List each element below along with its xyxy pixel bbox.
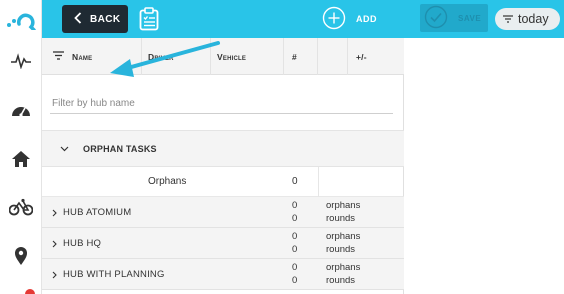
hub-name-label: HUB HQ: [63, 238, 102, 249]
add-button-label: ADD: [356, 14, 377, 24]
filter-icon: [503, 12, 513, 26]
bicycle-icon[interactable]: [9, 195, 33, 219]
chevron-left-icon: [74, 11, 82, 27]
group-label: ORPHAN TASKS: [83, 143, 157, 154]
hub-orphans-label: orphans: [326, 262, 361, 273]
activity-icon[interactable]: [9, 49, 33, 73]
orphans-label: Orphans: [148, 176, 187, 187]
column-divider: [318, 167, 319, 197]
plus-circle-icon: [322, 6, 346, 32]
chevron-down-icon: [60, 144, 69, 154]
hub-orphans-count: 0: [292, 262, 298, 273]
hub-rounds-label: rounds: [326, 213, 356, 224]
column-label: Name: [72, 51, 93, 62]
map-pin-icon[interactable]: [9, 244, 33, 268]
today-label: today: [518, 12, 549, 26]
hub-name: HUB HQ: [52, 228, 101, 259]
column-header-plus-minus[interactable]: +/-: [348, 38, 404, 75]
table-header: Name Driver Vehicle # +/-: [42, 38, 404, 75]
hub-filter-input[interactable]: [50, 94, 393, 114]
logo-icon[interactable]: [6, 8, 36, 32]
home-icon[interactable]: [9, 147, 33, 171]
column-header-count[interactable]: #: [284, 38, 318, 75]
hub-rounds-label: rounds: [326, 275, 356, 286]
hub-name: HUB ATOMIUM: [52, 197, 131, 228]
column-header-name[interactable]: Name: [42, 38, 142, 75]
orphan-tasks-group-header[interactable]: ORPHAN TASKS: [42, 130, 404, 167]
top-toolbar: BACK ADD SAVE today: [42, 0, 564, 38]
hub-list-panel: Name Driver Vehicle # +/- ORPHAN TASKS O…: [42, 38, 404, 294]
hub-row[interactable]: HUB HQ 0 0 orphans rounds: [42, 228, 404, 259]
hub-name: HUB WITH PLANNING: [52, 259, 165, 290]
orphans-count: 0: [292, 176, 298, 187]
save-button-label: SAVE: [458, 13, 482, 23]
speedometer-icon[interactable]: [9, 98, 33, 122]
hub-orphans-label: orphans: [326, 231, 361, 242]
save-button[interactable]: SAVE: [420, 4, 488, 32]
chevron-right-icon: [52, 271, 57, 278]
side-nav-rail: [0, 0, 42, 294]
check-circle-icon: [424, 5, 448, 31]
hub-orphans-count: 0: [292, 200, 298, 211]
hub-rounds-count: 0: [292, 244, 298, 255]
hub-rounds-count: 0: [292, 213, 298, 224]
column-label: Driver: [148, 51, 174, 62]
column-label: Vehicle: [217, 51, 247, 62]
hub-rounds-label: rounds: [326, 244, 356, 255]
hub-orphans-label: orphans: [326, 200, 361, 211]
chevron-right-icon: [52, 209, 57, 216]
back-button[interactable]: BACK: [62, 5, 128, 33]
column-label: #: [292, 51, 297, 62]
notification-badge: [25, 289, 35, 294]
hub-row[interactable]: HUB ATOMIUM 0 0 orphans rounds: [42, 197, 404, 228]
hub-orphans-count: 0: [292, 231, 298, 242]
hub-rounds-count: 0: [292, 275, 298, 286]
sort-icon[interactable]: [53, 51, 64, 62]
hub-row[interactable]: HUB WITH PLANNING 0 0 orphans rounds: [42, 259, 404, 290]
column-label: +/-: [356, 51, 367, 62]
add-button[interactable]: ADD: [322, 6, 377, 32]
column-header-driver[interactable]: Driver: [142, 38, 211, 75]
column-header-blank: [318, 38, 348, 75]
hub-name-label: HUB ATOMIUM: [63, 207, 132, 218]
today-filter-button[interactable]: today: [495, 8, 560, 30]
hub-name-label: HUB WITH PLANNING: [63, 269, 165, 280]
back-button-label: BACK: [90, 13, 121, 25]
orphans-row[interactable]: Orphans 0: [42, 167, 404, 197]
column-header-vehicle[interactable]: Vehicle: [211, 38, 284, 75]
clipboard-icon[interactable]: [138, 7, 160, 31]
chevron-right-icon: [52, 240, 57, 247]
